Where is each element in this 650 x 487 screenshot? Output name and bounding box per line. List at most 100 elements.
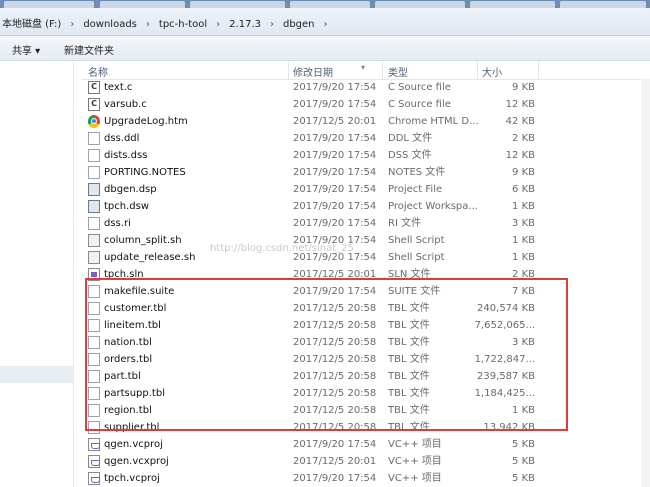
file-row[interactable]: PORTING.NOTES 2017/9/20 17:54 NOTES 文件 9 KB — [82, 164, 650, 181]
address-bar[interactable]: 本地磁盘 (F:) › downloads › tpc-h-tool › 2.17.3 › db… — [0, 8, 650, 36]
file-size: 9 KB — [512, 82, 535, 93]
file-type: VC++ 项目 — [388, 473, 442, 484]
file-type: DDL 文件 — [388, 133, 433, 144]
chrome-html-icon — [88, 115, 100, 128]
breadcrumb-separator[interactable]: › — [317, 19, 335, 30]
breadcrumb-item[interactable]: 2.17.3 — [227, 19, 263, 30]
file-type: RI 文件 — [388, 218, 422, 229]
navigation-selected-item[interactable] — [0, 366, 73, 383]
file-row[interactable]: qgen.vcxproj 2017/12/5 20:01 VC++ 项目 5 KB — [82, 453, 650, 470]
new-folder-button[interactable]: 新建文件夹 — [64, 42, 114, 57]
file-row[interactable]: Cvarsub.c 2017/9/20 17:54 C Source file 12 … — [82, 96, 650, 113]
tab[interactable] — [375, 1, 465, 8]
tab[interactable] — [290, 1, 370, 8]
file-name: column_split.sh — [104, 235, 182, 246]
file-row[interactable]: tpch.dsw 2017/9/20 17:54 Project Workspa..… — [82, 198, 650, 215]
file-row[interactable]: dbgen.dsp 2017/9/20 17:54 Project File 6 KB — [82, 181, 650, 198]
tab[interactable] — [4, 1, 94, 8]
breadcrumb: 本地磁盘 (F:) › downloads › tpc-h-tool › 2.17.3 › db… — [0, 15, 335, 30]
file-size: 1 KB — [512, 201, 535, 212]
navigation-pane[interactable] — [0, 61, 74, 487]
tab[interactable] — [560, 1, 646, 8]
file-name: dss.ri — [104, 218, 131, 229]
file-name: dists.dss — [104, 150, 148, 161]
breadcrumb-separator[interactable]: › — [139, 19, 157, 30]
highlight-annotation-box — [85, 278, 568, 431]
file-name: qgen.vcxproj — [104, 456, 169, 467]
column-divider[interactable] — [538, 61, 539, 79]
file-type: DSS 文件 — [388, 150, 432, 161]
file-row[interactable]: tpch.vcproj 2017/9/20 17:54 VC++ 项目 5 KB — [82, 470, 650, 487]
file-date-modified: 2017/9/20 17:54 — [293, 99, 377, 110]
file-type: C Source file — [388, 99, 451, 110]
file-row[interactable]: update_release.sh 2017/9/20 17:54 Shell Sc… — [82, 249, 650, 266]
file-name: tpch.vcproj — [104, 473, 160, 484]
file-icon — [88, 132, 100, 145]
file-date-modified: 2017/9/20 17:54 — [293, 150, 377, 161]
breadcrumb-item[interactable]: downloads — [81, 19, 139, 30]
shell-script-icon — [88, 251, 100, 264]
file-name: dbgen.dsp — [104, 184, 157, 195]
file-date-modified: 2017/9/20 17:54 — [293, 218, 377, 229]
breadcrumb-separator[interactable]: › — [63, 19, 81, 30]
breadcrumb-separator[interactable]: › — [209, 19, 227, 30]
file-type: Shell Script — [388, 235, 445, 246]
file-name: qgen.vcproj — [104, 439, 163, 450]
file-name: UpgradeLog.htm — [104, 116, 188, 127]
vertical-scrollbar[interactable] — [641, 79, 650, 487]
tab[interactable] — [190, 1, 285, 8]
file-row[interactable]: dss.ri 2017/9/20 17:54 RI 文件 3 KB — [82, 215, 650, 232]
file-type: Shell Script — [388, 252, 445, 263]
column-header-date[interactable]: 修改日期 — [293, 64, 333, 79]
file-icon — [88, 149, 100, 162]
vcproj-icon — [88, 455, 100, 468]
c-source-icon: C — [88, 98, 100, 111]
breadcrumb-item[interactable]: 本地磁盘 (F:) — [0, 15, 63, 30]
breadcrumb-separator[interactable]: › — [263, 19, 281, 30]
file-date-modified: 2017/9/20 17:54 — [293, 201, 377, 212]
file-row[interactable]: qgen.vcproj 2017/9/20 17:54 VC++ 项目 5 KB — [82, 436, 650, 453]
file-size: 12 KB — [505, 99, 535, 110]
file-type: NOTES 文件 — [388, 167, 446, 178]
file-row[interactable]: column_split.sh 2017/9/20 17:54 Shell Scri… — [82, 232, 650, 249]
watermark-text: http://blog.csdn.net/sinat_25 — [210, 243, 354, 254]
file-date-modified: 2017/9/20 17:54 — [293, 473, 377, 484]
breadcrumb-item[interactable]: tpc-h-tool — [157, 19, 209, 30]
file-date-modified: 2017/9/20 17:54 — [293, 184, 377, 195]
file-row[interactable]: Ctext.c 2017/9/20 17:54 C Source file 9 KB — [82, 79, 650, 96]
breadcrumb-item[interactable]: dbgen — [281, 19, 317, 30]
file-type: Chrome HTML D... — [388, 116, 479, 127]
shell-script-icon — [88, 234, 100, 247]
file-size: 9 KB — [512, 167, 535, 178]
column-header-size[interactable]: 大小 — [482, 64, 502, 79]
file-size: 5 KB — [512, 439, 535, 450]
file-row[interactable]: UpgradeLog.htm 2017/12/5 20:01 Chrome HTML… — [82, 113, 650, 130]
file-type: VC++ 项目 — [388, 456, 442, 467]
tab[interactable] — [100, 1, 185, 8]
file-icon — [88, 166, 100, 179]
file-size: 42 KB — [505, 116, 535, 127]
column-header-type[interactable]: 类型 — [388, 64, 408, 79]
sort-indicator-icon: ▾ — [361, 63, 366, 72]
file-size: 6 KB — [512, 184, 535, 195]
file-type: C Source file — [388, 82, 451, 93]
file-row[interactable]: dists.dss 2017/9/20 17:54 DSS 文件 12 KB — [82, 147, 650, 164]
file-date-modified: 2017/9/20 17:54 — [293, 133, 377, 144]
column-divider[interactable] — [382, 61, 383, 79]
vcproj-icon — [88, 438, 100, 451]
column-divider[interactable] — [477, 61, 478, 79]
project-file-icon — [88, 183, 100, 196]
tab[interactable] — [470, 1, 555, 8]
column-header: 名称 ▾ 修改日期 类型 大小 — [82, 61, 650, 80]
file-type: Project Workspa... — [388, 201, 478, 212]
file-name: PORTING.NOTES — [104, 167, 186, 178]
column-divider[interactable] — [288, 61, 289, 79]
file-size: 1 KB — [512, 235, 535, 246]
file-date-modified: 2017/9/20 17:54 — [293, 439, 377, 450]
file-date-modified: 2017/9/20 17:54 — [293, 82, 377, 93]
vcproj-icon — [88, 472, 100, 485]
column-header-name[interactable]: 名称 — [88, 64, 108, 79]
share-menu-button[interactable]: 共享 ▾ — [12, 42, 40, 57]
file-size: 12 KB — [505, 150, 535, 161]
file-row[interactable]: dss.ddl 2017/9/20 17:54 DDL 文件 2 KB — [82, 130, 650, 147]
